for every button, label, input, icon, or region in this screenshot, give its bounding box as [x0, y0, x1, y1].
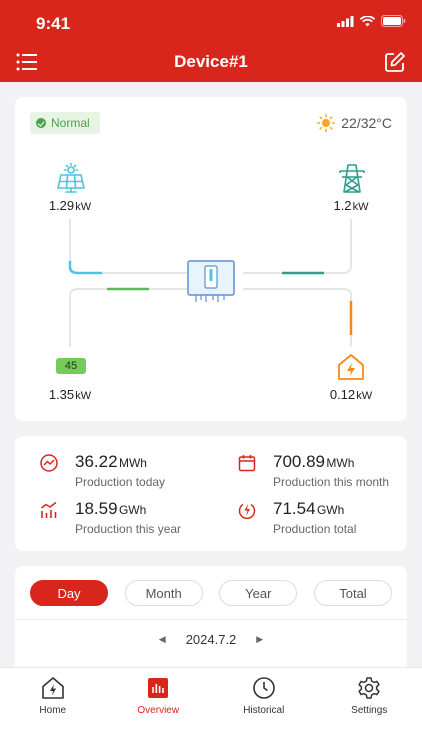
period-tabs: Day Month Year Total [30, 580, 392, 606]
clock-icon [252, 677, 275, 699]
page-title: Device#1 [174, 52, 248, 71]
tab-total[interactable]: Total [313, 580, 392, 606]
bar-chart-icon [41, 501, 57, 518]
home-power: 0.12 kW [329, 387, 373, 402]
tab-day[interactable]: Day [30, 580, 108, 606]
status-bar-icons [337, 15, 406, 27]
tab-year[interactable]: Year [219, 580, 298, 606]
battery-icon: 45 [56, 358, 86, 374]
home-bolt-icon [41, 677, 64, 699]
power-icon [238, 503, 256, 519]
inverter-icon [187, 260, 235, 302]
tabbar-overview[interactable]: Overview [106, 668, 212, 750]
tab-month[interactable]: Month [124, 580, 203, 606]
wifi-icon [360, 15, 375, 26]
next-date-icon[interactable]: ▶ [256, 634, 263, 645]
battery-power: 1.35 kW [48, 387, 92, 402]
grid-tower-icon [339, 164, 365, 193]
date-selector: ◀ 2024.7.2 ▶ [15, 632, 407, 647]
production-chart-card: Day Month Year Total ◀ 2024.7.2 ▶ [15, 566, 407, 676]
grid-power: 1.2 kW [333, 198, 369, 213]
calendar-icon [238, 455, 256, 472]
selected-date[interactable]: 2024.7.2 [186, 632, 237, 647]
divider [15, 619, 407, 620]
prev-date-icon[interactable]: ◀ [159, 634, 166, 645]
production-stats-card: 36.22 MWh Production today 700.89 MWh Pr… [15, 436, 407, 551]
tabbar-historical[interactable]: Historical [211, 668, 317, 750]
home-load-icon [338, 354, 364, 380]
signal-icon [337, 15, 354, 27]
trend-icon [40, 454, 58, 472]
solar-power: 1.29 kW [48, 198, 92, 213]
bottom-tab-bar: Home Overview Historical Settings [0, 667, 422, 750]
solar-panel-icon [56, 163, 86, 193]
overview-chart-icon [148, 678, 169, 698]
energy-flow-card: Normal 22/32°C 1.29 kW 1.2 kW 45 1.35 kW… [15, 97, 407, 421]
battery-level: 45 [64, 360, 78, 372]
battery-status-icon [381, 15, 406, 27]
tabbar-settings[interactable]: Settings [317, 668, 422, 750]
status-bar-time: 9:41 [36, 14, 71, 33]
gear-icon [358, 677, 380, 699]
edit-icon[interactable] [384, 51, 406, 73]
app-header: 9:41 Device#1 [0, 0, 422, 82]
tabbar-home[interactable]: Home [0, 668, 106, 750]
